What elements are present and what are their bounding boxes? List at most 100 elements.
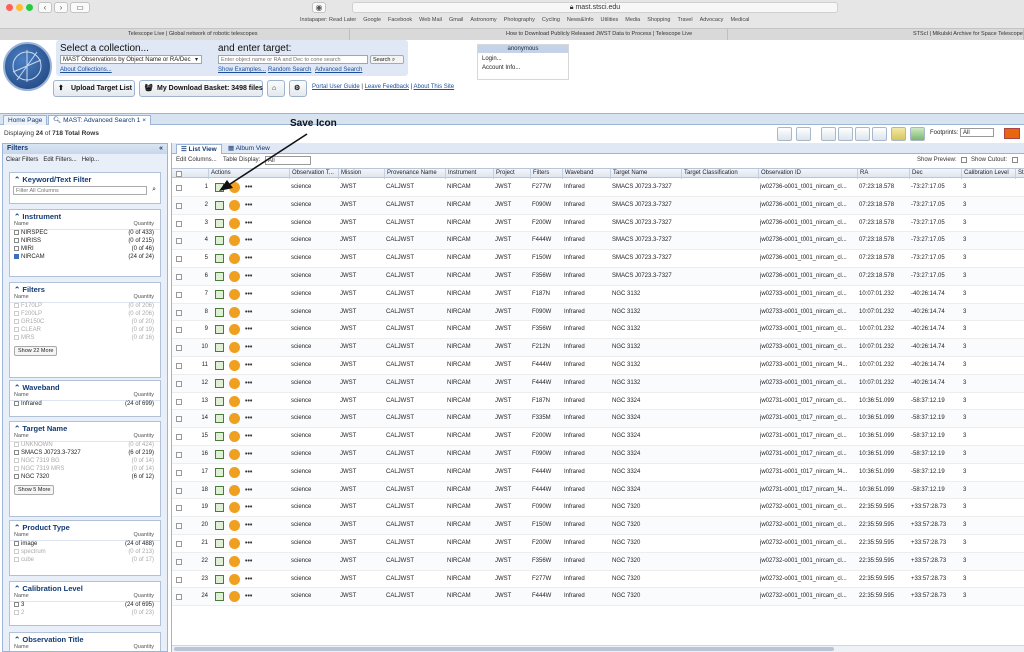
table-row[interactable]: 5 ••• science JWST CALJWST NIRCAM JWST F150W Inf… bbox=[172, 250, 1024, 268]
row-checkbox[interactable] bbox=[176, 220, 182, 227]
bookmark-item[interactable]: Facebook bbox=[388, 17, 412, 23]
save-icon[interactable] bbox=[215, 414, 224, 424]
filter-option[interactable]: GR150C (0 of 20) bbox=[10, 319, 160, 327]
account-info-link[interactable]: Account Info... bbox=[478, 62, 568, 71]
filter-option[interactable]: NGC 7319 BG (0 of 14) bbox=[10, 458, 160, 466]
preview-dot-icon[interactable] bbox=[229, 449, 240, 460]
target-search-input[interactable] bbox=[218, 55, 368, 64]
more-actions-icon[interactable]: ••• bbox=[245, 357, 252, 374]
table-row[interactable]: 11 ••• science JWST CALJWST NIRCAM JWST F444W In… bbox=[172, 357, 1024, 375]
row-checkbox[interactable] bbox=[176, 523, 182, 530]
filter-checkbox[interactable] bbox=[14, 311, 19, 316]
preview-dot-icon[interactable] bbox=[229, 324, 240, 336]
filter-checkbox[interactable] bbox=[14, 442, 19, 447]
filter-checkbox[interactable] bbox=[14, 557, 19, 562]
save-icon[interactable] bbox=[215, 289, 224, 299]
search-icon[interactable]: ⌕ bbox=[152, 186, 156, 194]
upload-target-list-button[interactable]: ⬆ Upload Target List bbox=[53, 80, 135, 97]
save-icon[interactable] bbox=[215, 254, 224, 264]
save-icon[interactable] bbox=[215, 361, 224, 370]
preview-dot-icon[interactable] bbox=[229, 431, 240, 443]
table-row[interactable]: 10 ••• science JWST CALJWST NIRCAM JWST F212N In… bbox=[172, 339, 1024, 357]
show-more-targets-button[interactable]: Show 5 More bbox=[14, 485, 55, 495]
tree-icon[interactable] bbox=[872, 127, 887, 141]
row-checkbox[interactable] bbox=[176, 558, 182, 565]
row-checkbox[interactable] bbox=[176, 487, 182, 494]
table-row[interactable]: 15 ••• science JWST CALJWST NIRCAM JWST F200W In… bbox=[172, 428, 1024, 446]
table-row[interactable]: 23 ••• science JWST CALJWST NIRCAM JWST F277W In… bbox=[172, 571, 1024, 589]
bookmark-item[interactable]: Travel bbox=[678, 17, 693, 23]
columns-icon[interactable] bbox=[821, 127, 836, 141]
filter-option[interactable]: NIRCAM (24 of 24) bbox=[10, 254, 160, 262]
forward-icon[interactable]: › bbox=[54, 2, 68, 13]
bookmark-item[interactable]: Medical bbox=[730, 17, 749, 23]
save-icon[interactable] bbox=[215, 539, 224, 548]
preview-dot-icon[interactable] bbox=[229, 538, 240, 549]
preview-dot-icon[interactable] bbox=[229, 360, 240, 371]
filter-checkbox[interactable] bbox=[14, 549, 19, 554]
edit-columns-button[interactable]: Edit Columns... bbox=[176, 157, 217, 163]
download-basket-button[interactable]: 🧺︎ My Download Basket: 3498 files bbox=[139, 80, 263, 97]
bookmark-item[interactable]: Cycling bbox=[542, 17, 560, 23]
more-actions-icon[interactable]: ••• bbox=[245, 517, 252, 534]
table-row[interactable]: 19 ••• science JWST CALJWST NIRCAM JWST F090W In… bbox=[172, 499, 1024, 518]
home-view-button[interactable]: ⌂ bbox=[267, 80, 285, 97]
preview-dot-icon[interactable] bbox=[229, 413, 240, 425]
preview-dot-icon[interactable] bbox=[229, 199, 240, 211]
bookmark-item[interactable]: Shopping bbox=[647, 17, 670, 23]
row-checkbox[interactable] bbox=[176, 452, 182, 458]
table-row[interactable]: 7 ••• science JWST CALJWST NIRCAM JWST F187N Inf… bbox=[172, 286, 1024, 304]
filter-checkbox[interactable] bbox=[14, 319, 19, 324]
more-actions-icon[interactable]: ••• bbox=[245, 571, 252, 588]
preview-dot-icon[interactable] bbox=[229, 484, 240, 496]
download-icon[interactable] bbox=[910, 127, 925, 141]
chart-icon[interactable] bbox=[855, 127, 870, 141]
preview-dot-icon[interactable] bbox=[229, 502, 240, 514]
column-header-project[interactable]: Project bbox=[493, 169, 530, 179]
filter-checkbox[interactable] bbox=[14, 230, 19, 235]
filter-checkbox[interactable] bbox=[14, 541, 19, 546]
column-header-dec[interactable]: Dec bbox=[909, 169, 961, 179]
table-row[interactable]: 9 ••• science JWST CALJWST NIRCAM JWST F356W Inf… bbox=[172, 321, 1024, 340]
row-checkbox[interactable] bbox=[176, 238, 182, 245]
save-icon[interactable] bbox=[215, 485, 224, 495]
filter-option[interactable]: MRS (0 of 16) bbox=[10, 335, 160, 343]
column-header-provenance-name[interactable]: Provenance Name bbox=[384, 169, 445, 179]
save-icon[interactable] bbox=[215, 503, 224, 513]
filter-checkbox[interactable] bbox=[14, 450, 19, 455]
table-row[interactable]: 13 ••• science JWST CALJWST NIRCAM JWST F187N In… bbox=[172, 393, 1024, 411]
preview-dot-icon[interactable] bbox=[229, 573, 240, 585]
bookmark-item[interactable]: News&Info bbox=[567, 17, 594, 23]
more-actions-icon[interactable]: ••• bbox=[245, 553, 252, 570]
row-checkbox[interactable] bbox=[176, 291, 182, 298]
filter-option[interactable]: NGC 7320 (6 of 12) bbox=[10, 474, 160, 482]
tab-advanced-search[interactable]: 🔍︎ MAST: Advanced Search 1 × bbox=[48, 115, 151, 125]
column-header-filters[interactable]: Filters bbox=[530, 169, 562, 179]
row-checkbox[interactable] bbox=[176, 309, 182, 316]
filter-checkbox[interactable] bbox=[14, 327, 19, 332]
save-icon[interactable] bbox=[215, 307, 224, 317]
login-link[interactable]: Login... bbox=[478, 53, 568, 62]
more-actions-icon[interactable]: ••• bbox=[245, 215, 252, 232]
sidebar-icon[interactable]: ▭ bbox=[70, 2, 90, 13]
back-icon[interactable]: ‹ bbox=[38, 2, 52, 13]
filter-option[interactable]: Infrared (24 of 699) bbox=[10, 401, 160, 409]
extension-icon[interactable]: ◉ bbox=[312, 2, 326, 13]
filter-checkbox[interactable] bbox=[14, 254, 19, 259]
footprints-select[interactable]: All bbox=[960, 128, 995, 137]
color-picker[interactable] bbox=[1004, 128, 1020, 139]
row-checkbox[interactable] bbox=[176, 576, 182, 583]
preview-dot-icon[interactable] bbox=[229, 520, 240, 532]
save-icon[interactable] bbox=[215, 396, 224, 406]
minimize-window-icon[interactable] bbox=[16, 4, 23, 11]
more-actions-icon[interactable]: ••• bbox=[245, 375, 252, 392]
more-actions-icon[interactable]: ••• bbox=[245, 304, 252, 321]
show-more-filters-button[interactable]: Show 22 More bbox=[14, 346, 58, 356]
table-row[interactable]: 20 ••• science JWST CALJWST NIRCAM JWST F150W In… bbox=[172, 517, 1024, 535]
table-row[interactable]: 22 ••• science JWST CALJWST NIRCAM JWST F356W In… bbox=[172, 552, 1024, 571]
preview-dot-icon[interactable] bbox=[229, 342, 240, 354]
save-icon[interactable] bbox=[215, 592, 224, 602]
save-icon[interactable] bbox=[215, 574, 224, 584]
bookmark-item[interactable]: Gmail bbox=[449, 17, 463, 23]
save-icon[interactable] bbox=[215, 236, 224, 246]
